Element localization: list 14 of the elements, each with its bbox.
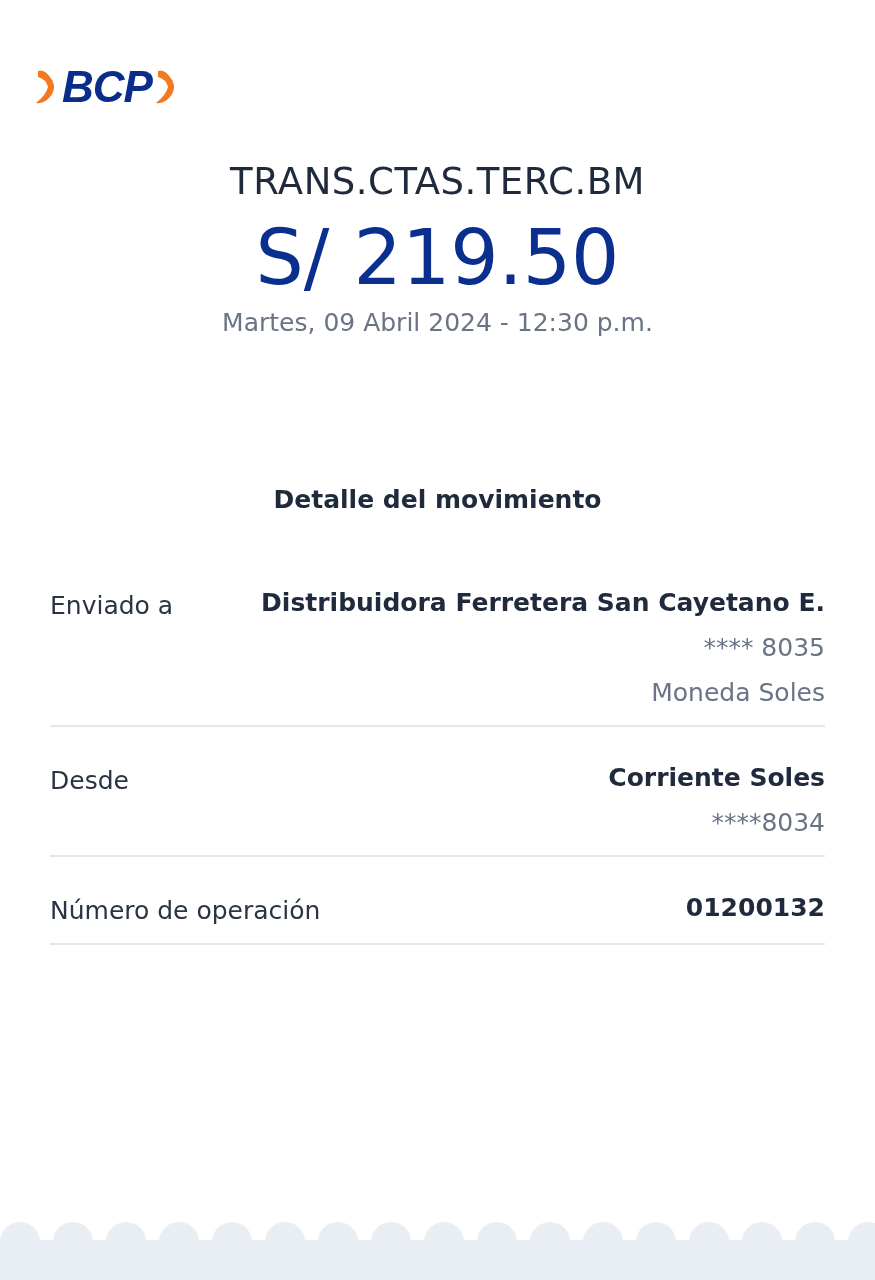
detail-label: Número de operación — [50, 895, 321, 925]
detail-label: Desde — [50, 765, 129, 795]
detail-value: Corriente Soles — [608, 763, 825, 792]
transaction-title: TRANS.CTAS.TERC.BM — [230, 160, 645, 205]
detail-label: Enviado a — [50, 590, 174, 620]
detail-value: ****8034 — [711, 808, 825, 837]
transaction-date: Martes, 09 Abril 2024 - 12:30 p.m. — [222, 308, 653, 337]
detail-value: **** 8035 — [703, 633, 825, 662]
detail-value: Moneda Soles — [651, 678, 825, 707]
detail-value: 01200132 — [685, 893, 825, 922]
detail-value: Distribuidora Ferretera San Cayetano E. — [261, 588, 825, 617]
section-title: Detalle del movimiento — [272, 485, 603, 514]
amount: S/ 219.50 — [255, 216, 620, 300]
bank-logo: BCP — [62, 65, 152, 109]
